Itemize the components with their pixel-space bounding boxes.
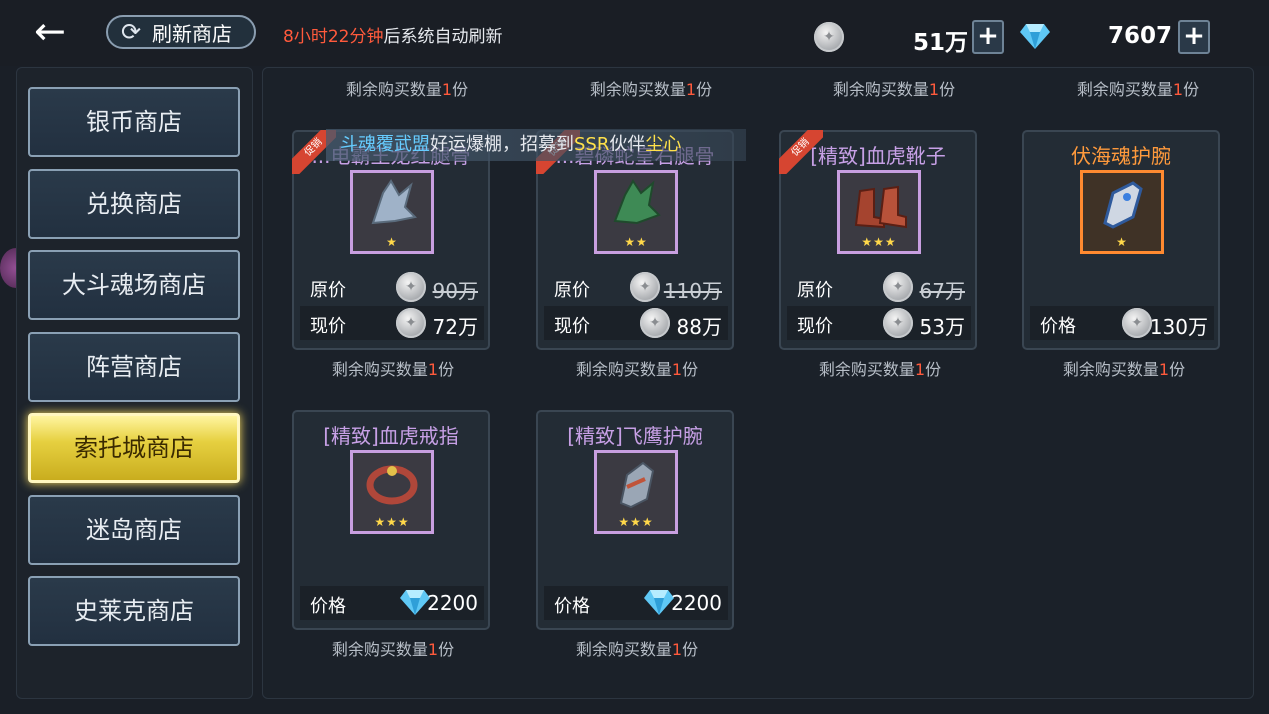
remain-label: 剩余购买数量1份 [575,640,699,659]
refresh-label: 刷新商店 [152,21,232,46]
remain-label: 剩余购买数量1份 [331,640,455,659]
nav-sotto-shop[interactable]: 索托城商店 [28,413,240,483]
item-icon[interactable]: ★ [1080,170,1164,254]
remain-label: 剩余购买数量1份 [1076,80,1200,99]
current-price-row: 现价88万 [544,306,728,340]
price-row: 价格 2200 [300,586,484,620]
timer-countdown: 8小时22分钟 [283,27,384,47]
current-price-row: 现价72万 [300,306,484,340]
item-icon[interactable]: ★★★ [350,450,434,534]
current-price: 88万 [676,315,722,339]
nav-exchange-shop[interactable]: 兑换商店 [28,169,240,239]
item-icon[interactable]: ★ [350,170,434,254]
nav-faction-shop[interactable]: 阵营商店 [28,332,240,402]
item-stars: ★★ [624,235,648,249]
silver-coin-icon [396,308,426,338]
item-icon[interactable]: ★★ [594,170,678,254]
add-silver-button[interactable]: + [972,20,1004,54]
top-bar: ← ⟳ 刷新商店 8小时22分钟后系统自动刷新 51万 + 7607 + [0,0,1269,66]
shop-item-card[interactable]: ...电霸王龙红腿骨 促销 ★ 原价90万 现价72万 [292,130,490,350]
auto-refresh-timer: 8小时22分钟后系统自动刷新 [283,22,502,47]
item-stars: ★★★ [861,235,897,249]
original-price-row: 原价67万 [787,270,971,304]
item-stars: ★★★ [618,515,654,529]
nav-silver-shop[interactable]: 银币商店 [28,87,240,157]
shop-item-card[interactable]: [精致]血虎戒指 ★★★ 价格 2200 [292,410,490,630]
diamond-amount: 7607 [1107,23,1172,49]
silver-coin-icon [883,308,913,338]
price: 2200 [427,591,478,615]
silver-coin-icon [883,272,913,302]
price: 130万 [1149,315,1208,339]
price-row: 价格 2200 [544,586,728,620]
remain-label: 剩余购买数量1份 [589,80,713,99]
silver-coin-icon [1122,308,1152,338]
item-title: 伏海魂护腕 [1071,144,1171,168]
original-price-row: 原价90万 [300,270,484,304]
ring-icon [366,465,418,505]
add-diamond-button[interactable]: + [1178,20,1210,54]
bone-claw-icon [371,179,418,225]
item-icon[interactable]: ★★★ [837,170,921,254]
back-arrow-icon[interactable]: ← [34,12,74,50]
nav-arena-shop[interactable]: 大斗魂场商店 [28,250,240,320]
diamond-icon [1020,24,1050,49]
nav-shrek-shop[interactable]: 史莱克商店 [28,576,240,646]
broadcast-banner: 斗魂覆武盟好运爆棚，招募到SSR伙伴尘心 [326,129,746,161]
bracer-icon [1103,181,1143,229]
item-icon[interactable]: ★★★ [594,450,678,534]
item-title: [精致]飞鹰护腕 [567,424,703,448]
price: 2200 [671,591,722,615]
remain-label: 剩余购买数量1份 [331,360,455,379]
silver-coin-icon [630,272,660,302]
shop-item-card[interactable]: [精致]飞鹰护腕 ★★★ 价格 2200 [536,410,734,630]
original-price: 90万 [432,279,478,303]
silver-amount: 51万 [912,30,968,56]
current-price: 72万 [432,315,478,339]
timer-text: 后系统自动刷新 [383,27,503,47]
diamond-icon [644,590,674,615]
remain-label: 剩余购买数量1份 [832,80,956,99]
silver-coin-icon [640,308,670,338]
item-stars: ★ [1116,235,1128,249]
current-price-row: 现价53万 [787,306,971,340]
item-stars: ★★★ [374,515,410,529]
refresh-icon: ⟳ [120,18,142,46]
original-price: 67万 [919,279,965,303]
green-claw-icon [613,179,661,225]
boots-icon [854,185,907,229]
silver-coin-icon [814,22,844,52]
current-price: 53万 [919,315,965,339]
remain-label: 剩余购买数量1份 [818,360,942,379]
silver-coin-icon [396,272,426,302]
shop-item-card[interactable]: 伏海魂护腕 ★ 价格130万 [1022,130,1220,350]
original-price: 110万 [663,279,722,303]
item-stars: ★ [386,235,398,249]
original-price-row: 原价110万 [544,270,728,304]
eagle-bracer-icon [619,461,655,509]
remain-label: 剩余购买数量1份 [345,80,469,99]
shop-item-card[interactable]: [精致]血虎靴子 促销 ★★★ 原价67万 现价53万 [779,130,977,350]
remain-label: 剩余购买数量1份 [575,360,699,379]
sale-ribbon: 促销 [779,130,823,174]
remain-label: 剩余购买数量1份 [1062,360,1186,379]
diamond-icon [400,590,430,615]
price-row: 价格130万 [1030,306,1214,340]
nav-island-shop[interactable]: 迷岛商店 [28,495,240,565]
refresh-shop-button[interactable]: ⟳ 刷新商店 [106,15,256,49]
item-title: [精致]血虎戒指 [323,424,459,448]
shop-item-card[interactable]: ...碧磷蛇皇右腿骨 促销 ★★ 原价110万 现价88万 [536,130,734,350]
